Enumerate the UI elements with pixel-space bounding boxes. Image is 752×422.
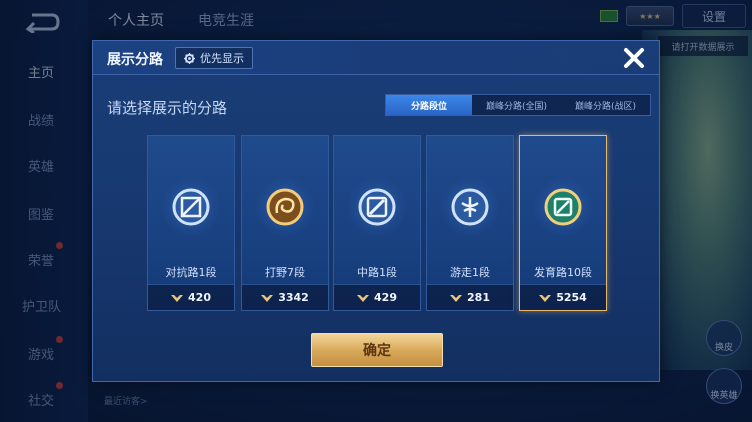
select-lane-prompt: 请选择展示的分路 (107, 99, 228, 117)
lane-display-modal: 展示分路 优先显示 请选择展示的分路 分路段位 巅峰分路(全国) 巅峰分路(战区… (92, 40, 660, 382)
modal-header: 展示分路 优先显示 (93, 41, 659, 75)
lane-score-value: 420 (188, 291, 211, 304)
tab-peak-national[interactable]: 巅峰分路(全国) (472, 95, 561, 115)
lane-card-mid[interactable]: 中路1段 429 (333, 135, 421, 311)
lane-score: 3342 (242, 284, 328, 310)
lane-score-value: 3342 (278, 291, 309, 304)
lane-card-jungle[interactable]: 打野7段 3342 (241, 135, 329, 311)
lane-score-value: 5254 (556, 291, 587, 304)
lane-score: 420 (148, 284, 234, 310)
wings-icon (539, 294, 552, 302)
priority-label: 优先显示 (200, 52, 244, 65)
lane-score-value: 281 (467, 291, 490, 304)
adc-icon (534, 178, 592, 236)
lane-score-value: 429 (374, 291, 397, 304)
gear-icon (184, 52, 195, 64)
wings-icon (171, 294, 184, 302)
dragon-icon (256, 178, 314, 236)
confirm-label: 确定 (363, 343, 391, 359)
tab-peak-region[interactable]: 巅峰分路(战区) (561, 95, 650, 115)
confirm-button[interactable]: 确定 (311, 333, 443, 367)
wings-icon (450, 294, 463, 302)
lane-card-top[interactable]: 对抗路1段 420 (147, 135, 235, 311)
lane-type-tabs: 分路段位 巅峰分路(全国) 巅峰分路(战区) (385, 94, 651, 116)
shield-icon (162, 178, 220, 236)
lane-score: 281 (427, 284, 513, 310)
lane-rank-label: 发育路10段 (534, 266, 592, 279)
lane-rank-label: 对抗路1段 (165, 266, 217, 279)
priority-display-button[interactable]: 优先显示 (175, 47, 253, 69)
lane-rank-label: 中路1段 (357, 266, 397, 279)
lane-card-adc[interactable]: 发育路10段 5254 (519, 135, 607, 311)
lane-rank-label: 打野7段 (265, 266, 305, 279)
lane-cards: 对抗路1段 420 打野7段 3342 中路1段 429 游走1段 281 发育… (147, 135, 607, 313)
lane-rank-label: 游走1段 (450, 266, 490, 279)
close-icon (624, 48, 644, 68)
close-button[interactable] (619, 43, 649, 73)
support-icon (441, 178, 499, 236)
wings-icon (261, 294, 274, 302)
mid-lane-icon (348, 178, 406, 236)
wings-icon (357, 294, 370, 302)
tab-lane-rank[interactable]: 分路段位 (386, 95, 472, 115)
lane-card-support[interactable]: 游走1段 281 (426, 135, 514, 311)
lane-score: 429 (334, 284, 420, 310)
lane-score: 5254 (520, 284, 606, 310)
modal-title: 展示分路 (107, 52, 163, 68)
